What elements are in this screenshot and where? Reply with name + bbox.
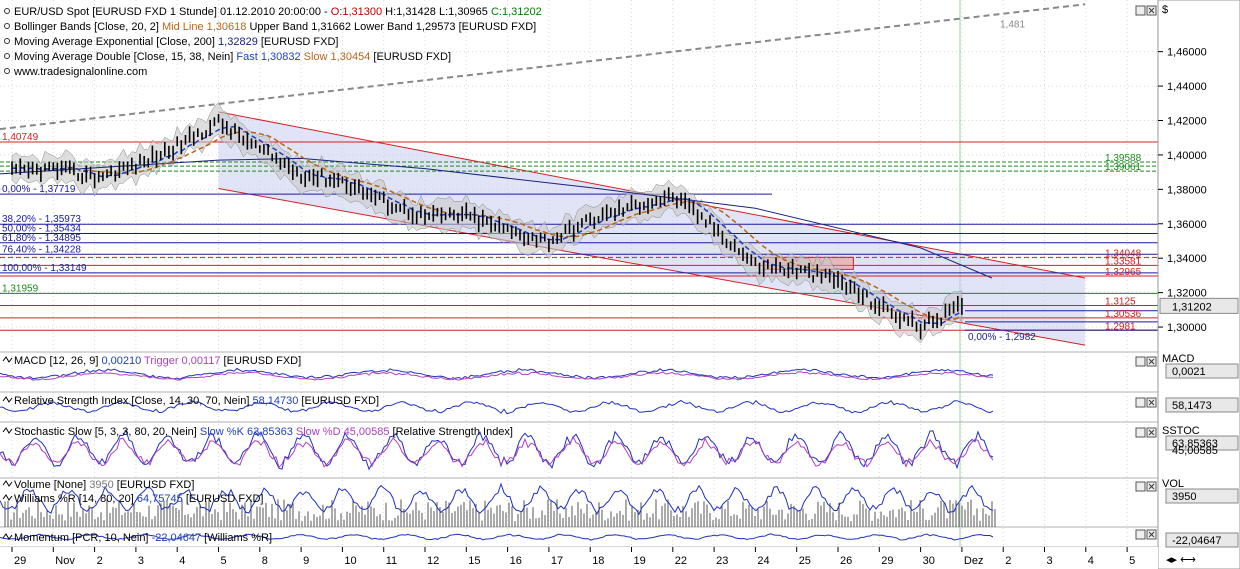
x-tick-label: 4 — [179, 555, 185, 567]
williams-legend: Williams %R [14, 80, 20] 64,75745 [EURUS… — [14, 493, 263, 505]
momentum-value: -22,04647 — [1172, 535, 1222, 547]
level-label-right: 1,30536 — [1105, 309, 1142, 320]
y-tick-label: 1,38000 — [1167, 184, 1207, 196]
main-legend-line: Moving Average Exponential [Close, 200] … — [14, 36, 339, 48]
pane-maximize-button[interactable] — [1135, 529, 1146, 540]
x-tick-label: 16 — [510, 555, 522, 567]
main-legend-line: EUR/USD Spot [EURUSD FXD 1 Stunde] 01.12… — [14, 6, 542, 18]
x-tick-label: Dez — [964, 555, 984, 567]
level-label-right: 1,32965 — [1105, 267, 1142, 278]
x-tick-label: 22 — [675, 555, 687, 567]
fib-bottom-label: 0,00% - 1,2982 — [968, 332, 1036, 343]
x-tick-label: 3 — [138, 555, 144, 567]
y-tick-label: 1,36000 — [1167, 219, 1207, 231]
level-label-left: 1,40749 — [2, 132, 39, 143]
level-label-left: 0,00% - 1,37719 — [2, 184, 76, 195]
macd-legend: MACD [12, 26, 9] 0,00210 Trigger 0,00117… — [14, 355, 301, 367]
level-label-right: 1,2981 — [1105, 321, 1136, 332]
pane-maximize-button[interactable] — [1135, 481, 1146, 492]
x-tick-label: 26 — [840, 555, 852, 567]
pane-maximize-button[interactable] — [1135, 356, 1146, 367]
macd-axis-name: MACD — [1162, 353, 1194, 365]
x-tick-label: 2 — [1005, 555, 1011, 567]
x-tick-label: 12 — [427, 555, 439, 567]
pane-maximize-button[interactable] — [1135, 5, 1146, 16]
time-axis: 29 Nov 2 3 4 5 8 9 10 11 12 15 16 17 18 19 22 23 24 25 26 29 3… — [0, 547, 1196, 569]
x-tick-label: 17 — [551, 555, 563, 567]
x-tick-label: 18 — [592, 555, 604, 567]
stoch-value-2: 45,00585 — [1172, 445, 1218, 457]
x-tick-label: Nov — [55, 555, 75, 567]
x-tick-label: 11 — [386, 555, 397, 567]
main-legend-line: Bollinger Bands [Close, 20, 2] Mid Line … — [14, 21, 536, 33]
volume-legend: Volume [None] 3950 [EURUSD FXD] — [14, 479, 194, 491]
volume-axis-name: VOL — [1162, 478, 1184, 490]
top-trend-label: 1,481 — [1000, 19, 1025, 30]
x-tick-label: 19 — [634, 555, 646, 567]
momentum-legend: Momentum [PCR, 10, Nein] -22,04647 [Will… — [14, 532, 272, 544]
x-tick-label: 23 — [716, 555, 728, 567]
level-label-left: 61,80% - 1,34895 — [2, 233, 81, 244]
y-tick-label: 1,30000 — [1167, 322, 1207, 334]
macd-value: 0,0021 — [1172, 366, 1206, 378]
level-label-left: 100,00% - 1,33149 — [2, 263, 87, 274]
volume-value: 3950 — [1172, 491, 1196, 503]
x-tick-label: 29 — [881, 555, 893, 567]
y-tick-label: 1,42000 — [1167, 115, 1207, 127]
price-axis: $1,46000 1,44000 1,42000 1,40000 1,38000 1,36… — [1157, 0, 1240, 569]
y-tick-label: 1,34000 — [1167, 253, 1207, 265]
rsi-value: 58,1473 — [1172, 400, 1212, 412]
level-label-left: 1,31959 — [2, 283, 39, 294]
x-tick-label: 5 — [1129, 555, 1135, 567]
x-tick-label: 24 — [757, 555, 769, 567]
x-tick-label: 30 — [923, 555, 935, 567]
level-label-left: 76,40% - 1,34228 — [2, 244, 81, 255]
main-legend-line: Moving Average Double [Close, 15, 38, Ne… — [14, 51, 451, 63]
x-tick-label: 3 — [1047, 555, 1053, 567]
stoch-legend: Stochastic Slow [5, 3, 3, 80, 20, Nein] … — [14, 426, 513, 438]
x-tick-label: 15 — [468, 555, 480, 567]
stoch-axis-name: SSTOC — [1162, 425, 1200, 437]
x-tick-label: 9 — [303, 555, 309, 567]
chart: 1,407490,00% - 1,3771938,20% - 1,3597350… — [0, 0, 1240, 569]
x-tick-label: 8 — [262, 555, 268, 567]
time-axis-bg — [0, 547, 1158, 569]
scroll-arrows-icon[interactable]: ◂▸ ⟷ — [1166, 554, 1196, 566]
x-tick-label: 5 — [221, 555, 227, 567]
y-tick-label: 1,44000 — [1167, 81, 1207, 93]
current-price-label: 1,31202 — [1172, 301, 1212, 313]
pane-maximize-button[interactable] — [1135, 427, 1146, 438]
x-tick-label: 29 — [14, 555, 26, 567]
main-legend-line: www.tradesignalonline.com — [13, 66, 147, 78]
axis-unit: $ — [1162, 4, 1168, 16]
level-label-right: 1,39061 — [1105, 162, 1142, 173]
y-tick-label: 1,40000 — [1167, 150, 1207, 162]
rsi-legend: Relative Strength Index [Close, 14, 30, … — [14, 395, 379, 407]
y-tick-label: 1,32000 — [1167, 288, 1207, 300]
pane-maximize-button[interactable] — [1135, 397, 1146, 408]
level-label-right: 1,33581 — [1105, 256, 1142, 267]
x-tick-label: 2 — [97, 555, 103, 567]
level-label-right: 1,3125 — [1105, 297, 1136, 308]
x-tick-label: 4 — [1088, 555, 1094, 567]
x-tick-label: 25 — [799, 555, 811, 567]
y-tick-label: 1,46000 — [1167, 47, 1207, 59]
x-tick-label: 10 — [344, 555, 356, 567]
